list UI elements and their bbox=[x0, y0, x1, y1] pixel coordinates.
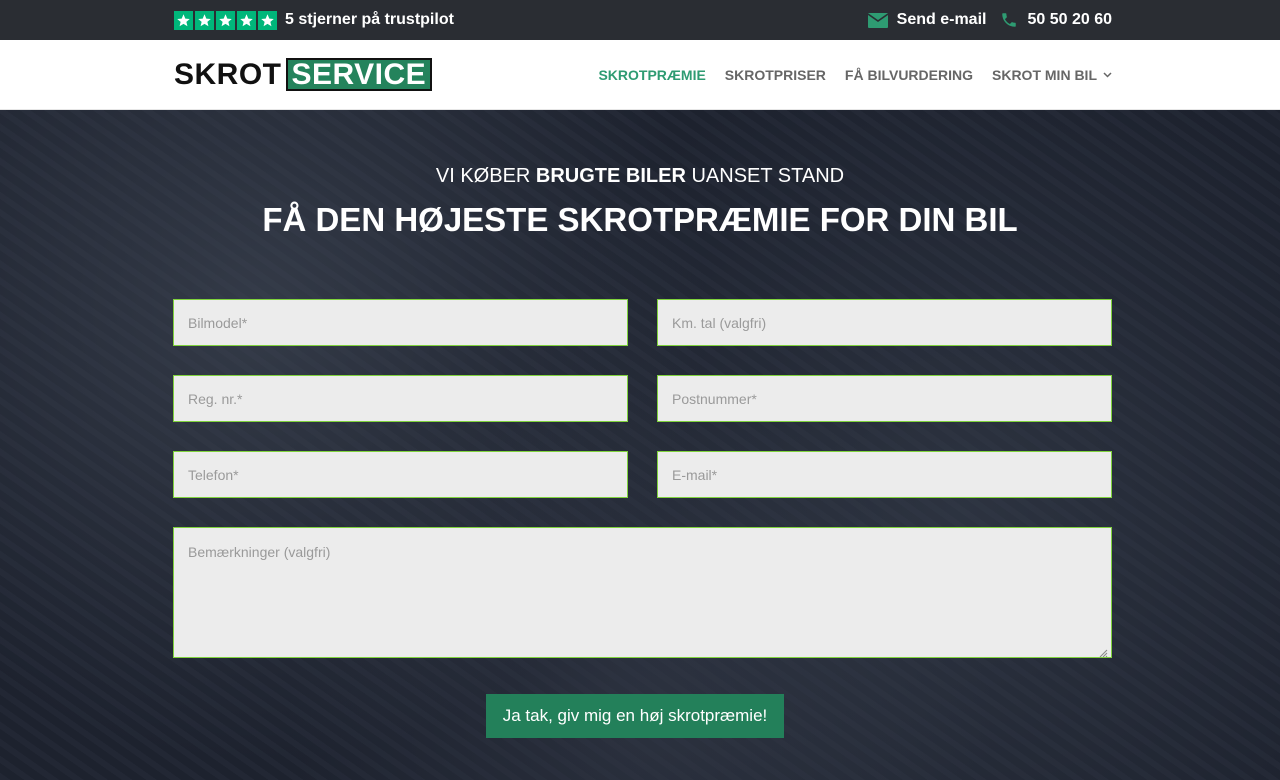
envelope-icon bbox=[867, 12, 888, 28]
site-header: SKROT SERVICE SKROTPRÆMIE SKROTPRISER FÅ… bbox=[0, 40, 1280, 110]
hero-subtitle-suffix: UANSET STAND bbox=[685, 165, 845, 187]
km-tal-input[interactable]: Km. tal (valgfri) bbox=[657, 299, 1112, 346]
top-bar: 5 stjerner på trustpilot Send e-mail 50 … bbox=[0, 0, 1280, 40]
email-input[interactable]: E-mail* bbox=[657, 451, 1112, 498]
email-placeholder: E-mail* bbox=[672, 466, 718, 483]
trustpilot-rating[interactable]: 5 stjerner på trustpilot bbox=[174, 10, 454, 30]
chevron-down-icon bbox=[1103, 71, 1112, 78]
hero-subtitle: VI KØBER BRUGTE BILER UANSET STAND bbox=[0, 165, 1280, 188]
reg-nr-placeholder: Reg. nr.* bbox=[188, 390, 243, 407]
logo-part-skrot: SKROT bbox=[174, 57, 282, 91]
bemaerkninger-textarea[interactable]: Bemærkninger (valgfri) bbox=[173, 527, 1112, 658]
trustpilot-text[interactable]: 5 stjerner på trustpilot bbox=[285, 11, 454, 29]
nav-item-skrot-min-bil[interactable]: SKROT MIN BIL bbox=[992, 67, 1112, 83]
send-email-link[interactable]: Send e-mail bbox=[867, 11, 987, 29]
phone-icon bbox=[1000, 11, 1018, 29]
hero-subtitle-prefix: VI KØBER bbox=[435, 165, 536, 187]
km-tal-placeholder: Km. tal (valgfri) bbox=[672, 314, 767, 331]
logo[interactable]: SKROT SERVICE bbox=[174, 57, 433, 92]
star-icon bbox=[258, 10, 277, 30]
main-nav: SKROTPRÆMIE SKROTPRISER FÅ BILVURDERING … bbox=[598, 67, 1112, 83]
logo-part-service: SERVICE bbox=[285, 58, 433, 91]
contact-links: Send e-mail 50 50 20 60 bbox=[867, 11, 1112, 29]
bemaerkninger-placeholder: Bemærkninger (valgfri) bbox=[188, 544, 331, 560]
submit-button[interactable]: Ja tak, giv mig en høj skrotpræmie! bbox=[486, 694, 784, 738]
star-icon bbox=[237, 10, 256, 30]
postnummer-input[interactable]: Postnummer* bbox=[657, 375, 1112, 422]
hero-title: FÅ DEN HØJESTE SKROTPRÆMIE FOR DIN BIL bbox=[262, 201, 1018, 238]
star-icon bbox=[174, 10, 193, 30]
nav-item-skrot-min-bil-label: SKROT MIN BIL bbox=[992, 66, 1097, 83]
hero-subtitle-bold: BRUGTE BILER bbox=[535, 165, 686, 187]
nav-item-skrotpriser[interactable]: SKROTPRISER bbox=[725, 67, 826, 83]
reg-nr-input[interactable]: Reg. nr.* bbox=[173, 375, 628, 422]
hero-section: VI KØBER BRUGTE BILER UANSET STAND FÅ DE… bbox=[0, 110, 1280, 780]
bilmodel-input[interactable]: Bilmodel* bbox=[173, 299, 628, 346]
phone-link[interactable]: 50 50 20 60 bbox=[1000, 11, 1112, 29]
star-icon bbox=[216, 10, 235, 30]
star-icon bbox=[195, 10, 214, 30]
phone-number: 50 50 20 60 bbox=[1027, 11, 1112, 28]
bilmodel-placeholder: Bilmodel* bbox=[188, 314, 248, 331]
telefon-input[interactable]: Telefon* bbox=[173, 451, 628, 498]
nav-item-faa-bilvurdering[interactable]: FÅ BILVURDERING bbox=[845, 67, 973, 83]
resize-handle-icon[interactable] bbox=[1099, 645, 1108, 658]
postnummer-placeholder: Postnummer* bbox=[672, 390, 757, 407]
nav-item-skrotpraemie[interactable]: SKROTPRÆMIE bbox=[598, 67, 705, 83]
telefon-placeholder: Telefon* bbox=[188, 466, 239, 483]
rating-stars bbox=[174, 10, 277, 30]
send-email-label: Send e-mail bbox=[896, 11, 987, 28]
